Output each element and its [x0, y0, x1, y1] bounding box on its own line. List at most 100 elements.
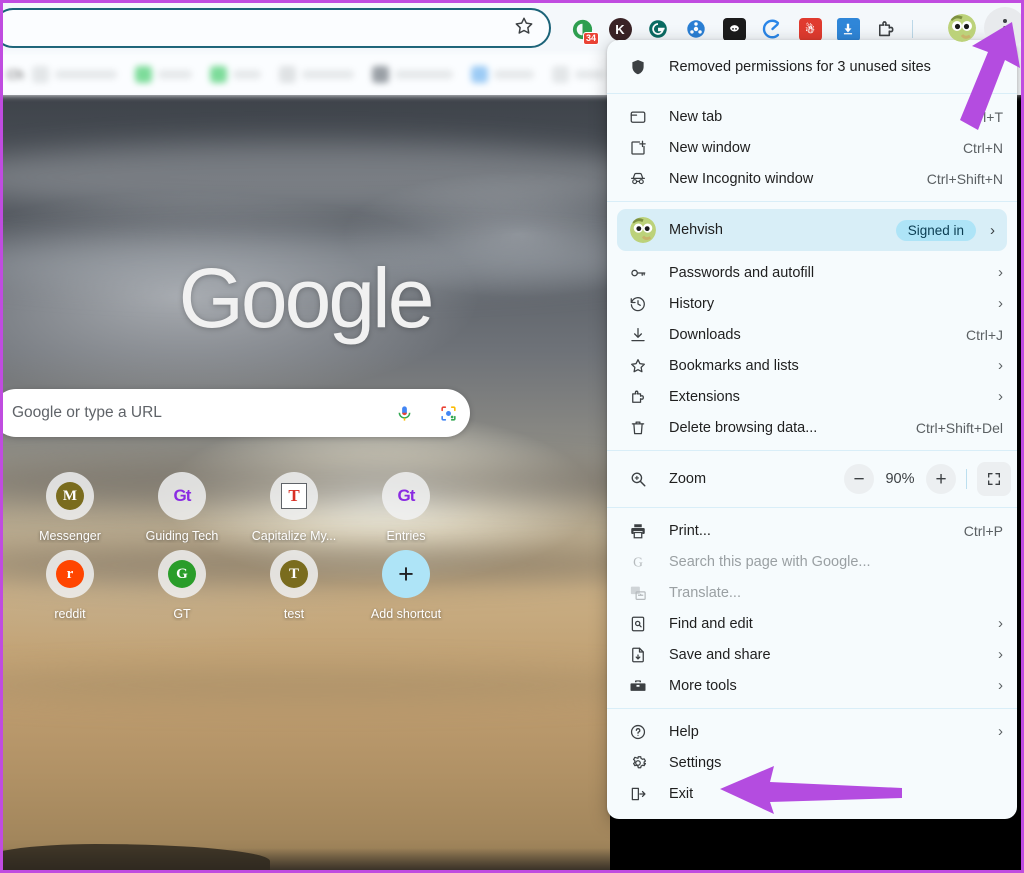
menu-item-label: Downloads	[669, 326, 741, 343]
menu-item-label: Exit	[669, 785, 694, 802]
menu-item-settings[interactable]: Settings	[607, 747, 1017, 778]
profile-name: Mehvish	[669, 222, 723, 238]
menu-item-new-incognito-window[interactable]: New Incognito window Ctrl+Shift+N	[607, 163, 1017, 194]
new-window-icon	[607, 139, 669, 157]
download-icon	[607, 326, 669, 344]
menu-item-shortcut: Ctrl+Shift+N	[926, 170, 1003, 187]
google-lens-icon[interactable]	[426, 404, 470, 423]
cloud-band	[3, 668, 610, 701]
chrome-menu-button[interactable]	[984, 7, 1024, 49]
ntp-shortcut-label: Capitalize My...	[251, 529, 337, 543]
ntp-shortcut-label: Guiding Tech	[145, 529, 219, 543]
menu-item-find-and-edit[interactable]: Find and edit ›	[607, 608, 1017, 639]
menu-item-zoom: Zoom − 90% +	[607, 458, 1017, 500]
menu-item-save-and-share[interactable]: Save and share ›	[607, 639, 1017, 670]
bookmarks-bar-left-text: Ch	[7, 66, 24, 82]
bookmark-item[interactable]	[31, 65, 117, 83]
extension-icon-privacy-badger[interactable]: 34	[565, 12, 599, 46]
menu-item-passwords-and-autofill[interactable]: Passwords and autofill ›	[607, 257, 1017, 288]
menu-item-downloads[interactable]: Downloads Ctrl+J	[607, 319, 1017, 350]
chevron-right-icon: ›	[998, 615, 1003, 632]
bookmark-item[interactable]	[470, 65, 534, 83]
ntp-shortcut-icon: T	[270, 472, 318, 520]
chevron-right-icon: ›	[998, 388, 1003, 405]
trash-icon	[607, 419, 669, 437]
zoom-out-button[interactable]: −	[844, 464, 874, 494]
toolbar-divider	[912, 20, 913, 38]
ntp-shortcut-label: GT	[173, 607, 191, 621]
address-bar[interactable]	[0, 8, 551, 48]
menu-separator	[607, 507, 1017, 508]
ntp-shortcut-icon: T	[270, 550, 318, 598]
menu-item-history[interactable]: History ›	[607, 288, 1017, 319]
menu-item-shortcut: Ctrl+T	[964, 108, 1004, 125]
ntp-shortcut-capitalize-my[interactable]: T Capitalize My...	[238, 465, 350, 543]
menu-item-profile[interactable]: Mehvish Signed in ›	[617, 209, 1007, 251]
menu-item-bookmarks-and-lists[interactable]: Bookmarks and lists ›	[607, 350, 1017, 381]
menu-separator	[607, 93, 1017, 94]
menu-item-label: Delete browsing data...	[669, 419, 818, 436]
menu-item-help[interactable]: Help ›	[607, 716, 1017, 747]
avatar	[617, 217, 669, 243]
ntp-shortcut-test[interactable]: Ttest	[238, 543, 350, 621]
chevron-right-icon: ›	[990, 221, 995, 239]
menu-item-extensions[interactable]: Extensions ›	[607, 381, 1017, 412]
bookmark-item[interactable]	[551, 65, 605, 83]
menu-item-shortcut: Ctrl+N	[962, 139, 1003, 156]
profile-avatar-button[interactable]	[948, 14, 976, 42]
kebab-dot	[1003, 26, 1007, 30]
menu-item-more-tools[interactable]: More tools ›	[607, 670, 1017, 701]
menu-item-new-tab[interactable]: New tab Ctrl+T	[607, 101, 1017, 132]
puzzle-icon	[607, 388, 669, 406]
incognito-icon	[607, 170, 669, 188]
menu-item-shortcut: Ctrl+P	[963, 522, 1003, 539]
ntp-shortcut-gt[interactable]: G GT	[126, 543, 238, 621]
shield-icon	[607, 58, 669, 76]
menu-item-print[interactable]: Print... Ctrl+P	[607, 515, 1017, 546]
menu-item-label: Save and share	[669, 646, 771, 663]
ntp-shortcut-reddit[interactable]: r reddit	[14, 543, 126, 621]
save-share-icon	[607, 646, 669, 664]
menu-item-label: History	[669, 295, 715, 312]
ntp-shortcut-messenger[interactable]: M Messenger	[14, 465, 126, 543]
menu-item-removed-permissions[interactable]: Removed permissions for 3 unused sites	[607, 48, 1017, 86]
zoom-in-button[interactable]: +	[926, 464, 956, 494]
chevron-right-icon: ›	[998, 723, 1003, 740]
menu-item-exit[interactable]: Exit	[607, 778, 1017, 809]
ntp-shortcut-add-shortcut[interactable]: + Add shortcut	[350, 543, 462, 621]
ntp-shortcut-entries[interactable]: Gt Entries	[350, 465, 462, 543]
bookmark-item[interactable]	[371, 65, 453, 83]
fullscreen-button[interactable]	[977, 462, 1011, 496]
star-icon	[607, 357, 669, 375]
ntp-shortcut-icon: Gt	[382, 472, 430, 520]
menu-item-new-window[interactable]: New window Ctrl+N	[607, 132, 1017, 163]
key-icon	[607, 264, 669, 282]
menu-item-delete-browsing-data[interactable]: Delete browsing data... Ctrl+Shift+Del	[607, 412, 1017, 443]
menu-separator	[607, 450, 1017, 451]
zoom-label: Zoom	[669, 471, 707, 487]
bookmark-item[interactable]	[134, 65, 192, 83]
menu-item-label: Removed permissions for 3 unused sites	[669, 59, 931, 75]
ntp-search-box[interactable]: Google or type a URL	[0, 389, 470, 437]
bookmark-item[interactable]	[209, 65, 261, 83]
bookmark-star-icon[interactable]	[513, 15, 535, 42]
find-icon	[607, 615, 669, 633]
printer-icon	[607, 522, 669, 540]
menu-item-label: Search this page with Google...	[669, 553, 871, 570]
new-tab-icon	[607, 108, 669, 126]
bookmark-item[interactable]	[278, 65, 354, 83]
ntp-shortcut-label: Entries	[386, 529, 426, 543]
extension-badge-count: 34	[582, 32, 599, 45]
chrome-main-menu: Removed permissions for 3 unused sites N…	[607, 40, 1017, 819]
google-g-icon: G	[607, 553, 669, 571]
menu-item-label: Print...	[669, 522, 711, 539]
menu-separator	[607, 708, 1017, 709]
menu-item-label: More tools	[669, 677, 737, 694]
ntp-shortcut-guiding-tech[interactable]: Gt Guiding Tech	[126, 465, 238, 543]
chevron-right-icon: ›	[998, 357, 1003, 374]
chevron-right-icon: ›	[998, 264, 1003, 281]
microphone-icon[interactable]	[382, 404, 426, 423]
menu-separator	[607, 201, 1017, 202]
menu-item-label: Bookmarks and lists	[669, 357, 799, 374]
menu-item-shortcut: Ctrl+Shift+Del	[915, 419, 1003, 436]
